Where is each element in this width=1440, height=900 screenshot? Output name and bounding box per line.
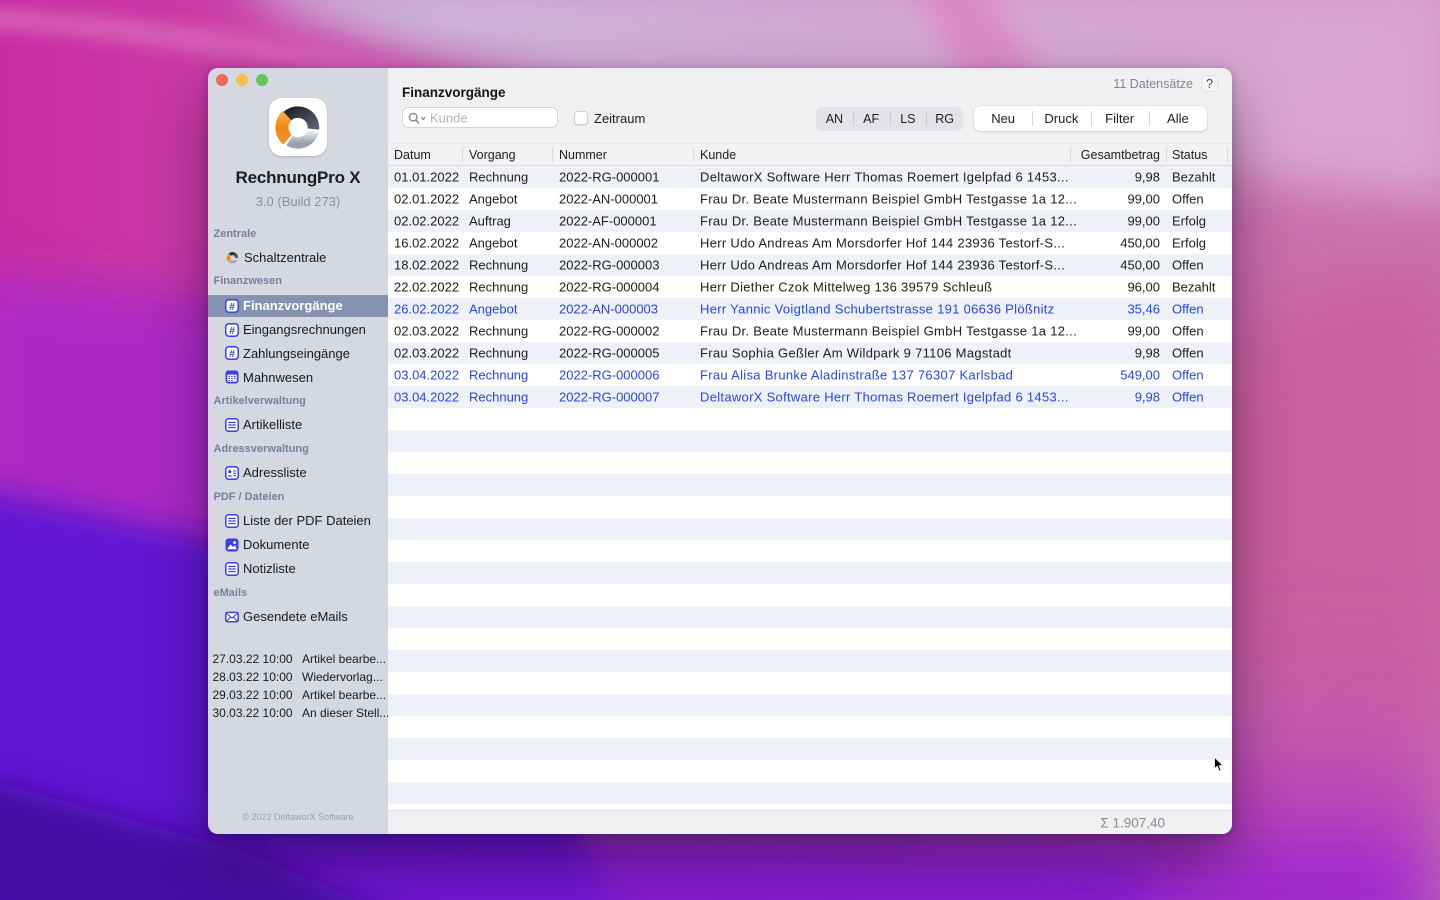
svg-text:#: # (229, 300, 235, 312)
svg-text:#: # (229, 348, 235, 360)
svg-text:#: # (229, 324, 235, 336)
